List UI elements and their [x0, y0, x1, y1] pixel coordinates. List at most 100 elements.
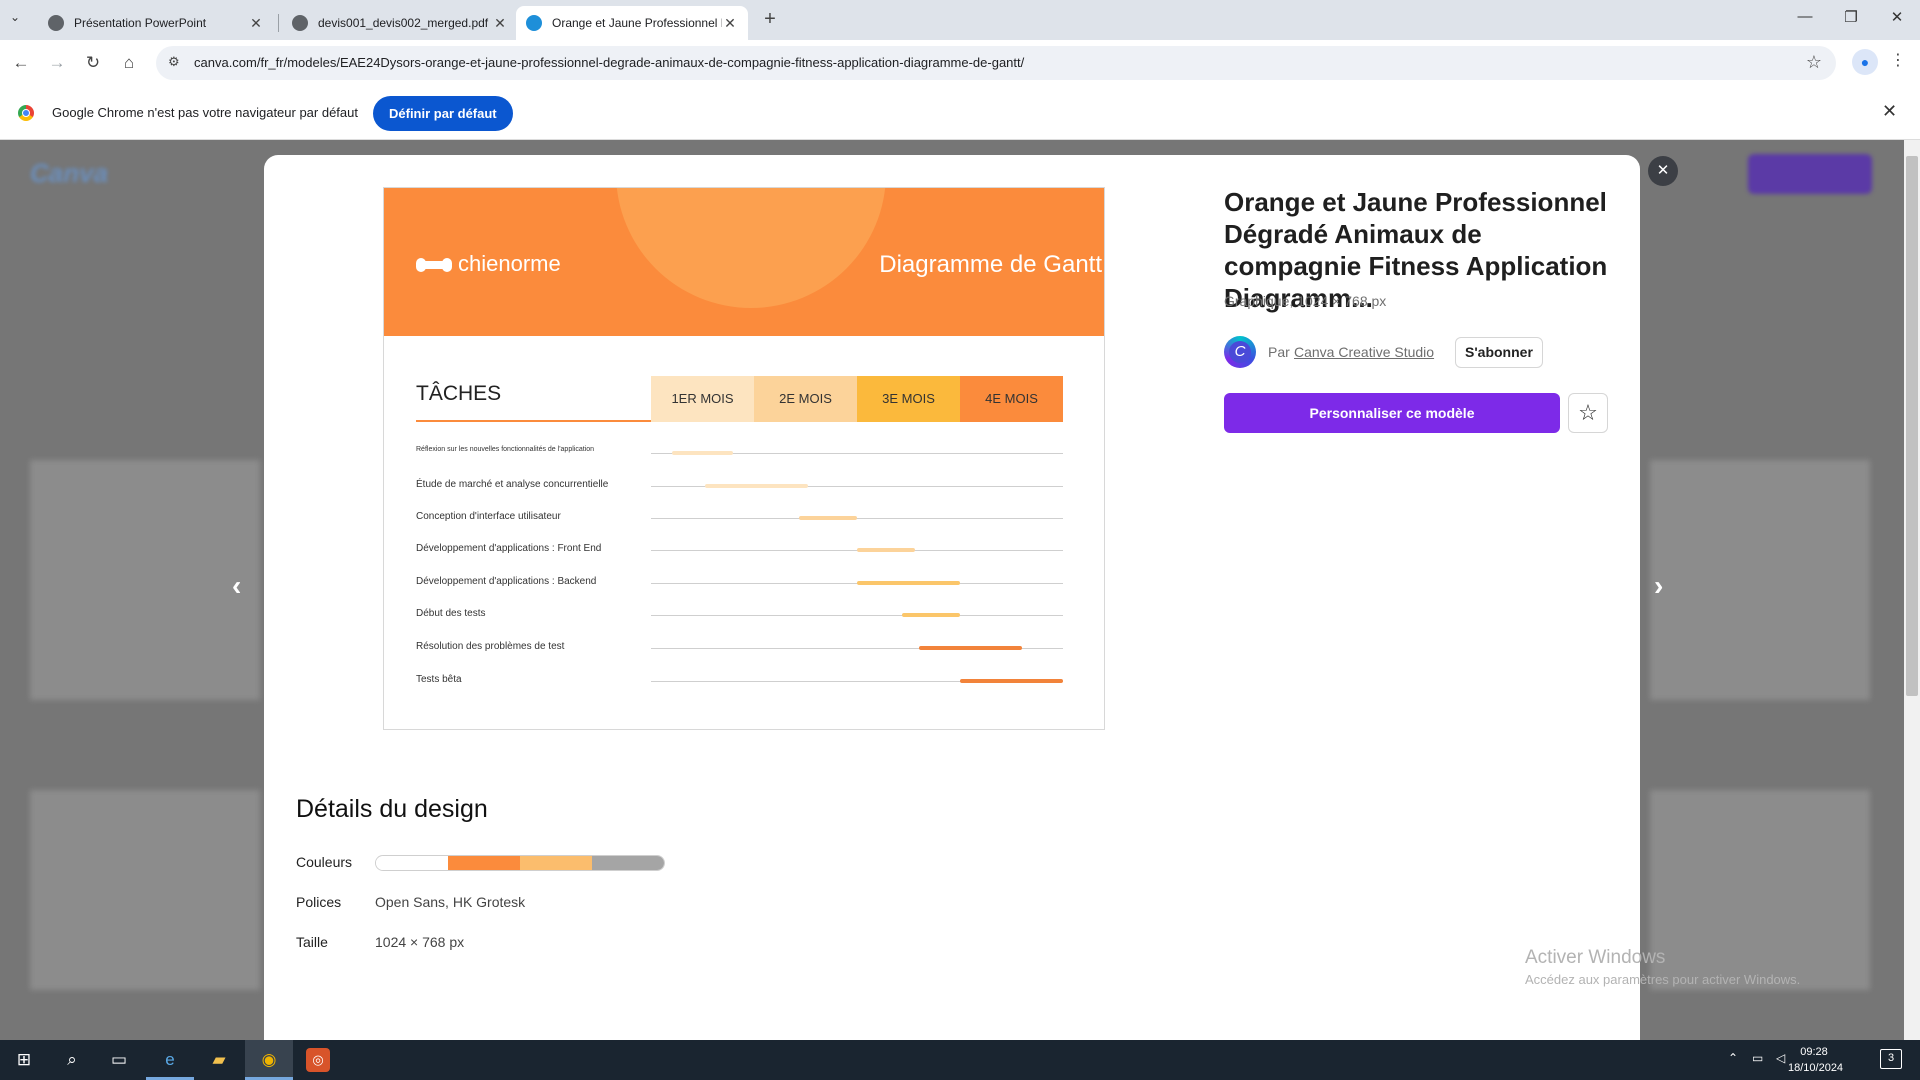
month-header: 4E MOIS: [960, 376, 1063, 422]
back-button[interactable]: ←: [8, 50, 34, 76]
globe-icon: [292, 15, 308, 31]
close-infobar-icon[interactable]: ✕: [1882, 101, 1897, 122]
size-value: 1024 × 768 px: [375, 934, 465, 950]
colors-label: Couleurs: [296, 854, 353, 870]
tab-canva[interactable]: Orange et Jaune Professionnel D ✕: [516, 6, 748, 40]
tray-chevron-icon[interactable]: ⌃: [1728, 1051, 1738, 1065]
clock-date: 18/10/2024: [1788, 1062, 1844, 1074]
new-tab-button[interactable]: +: [758, 8, 782, 31]
preview-title: Diagramme de Gantt: [879, 251, 1102, 278]
customize-template-button[interactable]: Personnaliser ce modèle: [1224, 393, 1560, 433]
subscribe-button[interactable]: S'abonner: [1455, 337, 1543, 368]
size-label: Taille: [296, 934, 328, 950]
minimize-button[interactable]: —: [1790, 8, 1820, 25]
tab-title: Orange et Jaune Professionnel D: [552, 16, 722, 30]
tab-pdf[interactable]: devis001_devis002_merged.pdf ✕: [282, 6, 518, 40]
home-button[interactable]: ⌂: [116, 50, 142, 76]
task-label: Conception d'interface utilisateur: [416, 511, 561, 522]
menu-icon[interactable]: ⋮: [1888, 50, 1908, 70]
notification-center-icon[interactable]: 3: [1880, 1049, 1902, 1069]
fonts-label: Polices: [296, 894, 342, 910]
close-window-button[interactable]: ✕: [1882, 8, 1912, 26]
task-bar: [857, 548, 915, 552]
folder-icon[interactable]: ▰: [207, 1048, 231, 1072]
tab-title: Présentation PowerPoint: [74, 16, 207, 30]
blurred-card: [30, 790, 260, 990]
task-bar: [704, 484, 808, 488]
close-tab-icon[interactable]: ✕: [248, 15, 264, 32]
tab-powerpoint[interactable]: Présentation PowerPoint ✕: [38, 6, 274, 40]
fonts-value: Open Sans, HK Grotesk: [375, 894, 526, 910]
blurred-button: [1748, 154, 1872, 194]
tab-title: devis001_devis002_merged.pdf: [318, 16, 489, 30]
address-bar[interactable]: ⚙ canva.com/fr_fr/modeles/EAE24Dysors-or…: [156, 46, 1836, 80]
set-default-button[interactable]: Définir par défaut: [373, 96, 513, 131]
template-meta: Graphique, 1024 × 768 px: [1224, 293, 1387, 309]
month-header: 3E MOIS: [857, 376, 960, 422]
task-label: Réflexion sur les nouvelles fonctionnali…: [416, 446, 594, 453]
month-header: 2E MOIS: [754, 376, 857, 422]
search-icon[interactable]: ⌕: [60, 1048, 84, 1072]
close-modal-button[interactable]: ✕: [1648, 156, 1678, 186]
color-swatch[interactable]: [448, 856, 520, 870]
creator-avatar[interactable]: C: [1224, 336, 1256, 368]
volume-icon[interactable]: ◁: [1776, 1051, 1785, 1065]
bookmark-star-icon[interactable]: ☆: [1806, 52, 1822, 73]
tab-search-icon[interactable]: ⌄: [10, 10, 20, 24]
preview-header: chienorme Diagramme de Gantt: [384, 188, 1104, 336]
task-track: [651, 615, 1063, 616]
canva-icon: [526, 15, 542, 31]
canva-c-icon: C: [1229, 341, 1251, 363]
favorite-star-icon[interactable]: ☆: [1568, 393, 1608, 433]
chrome-taskbar-icon[interactable]: ◉: [257, 1048, 281, 1072]
task-track: [651, 518, 1063, 519]
canva-logo: Canva: [30, 158, 109, 188]
app-taskbar-icon[interactable]: ◎: [306, 1048, 330, 1072]
close-tab-icon[interactable]: ✕: [722, 15, 738, 32]
next-arrow-icon[interactable]: ›: [1654, 570, 1663, 602]
task-view-icon[interactable]: ▭: [107, 1048, 131, 1072]
task-bar: [918, 646, 1022, 650]
restore-button[interactable]: ❐: [1836, 8, 1866, 26]
watermark-line1: Activer Windows: [1525, 947, 1666, 968]
windows-start-icon[interactable]: ⊞: [12, 1048, 36, 1072]
blurred-card: [30, 460, 260, 700]
windows-taskbar: ⊞ ⌕ ▭ e ▰ ◉ ◎ ⌃ ▭ ◁ 09:28 18/10/2024 3: [0, 1040, 1920, 1080]
url-text: canva.com/fr_fr/modeles/EAE24Dysors-oran…: [194, 55, 1025, 70]
task-bar: [799, 516, 857, 520]
task-label: Développement d'applications : Backend: [416, 576, 597, 587]
month-header: 1ER MOIS: [651, 376, 754, 422]
browser-toolbar: ← → ↻ ⌂ ⚙ canva.com/fr_fr/modeles/EAE24D…: [0, 40, 1920, 86]
watermark-line2: Accédez aux paramètres pour activer Wind…: [1525, 972, 1801, 987]
network-icon[interactable]: ▭: [1752, 1051, 1763, 1065]
site-info-icon[interactable]: ⚙: [168, 54, 180, 70]
task-bar: [960, 679, 1063, 683]
close-tab-icon[interactable]: ✕: [492, 15, 508, 32]
creator-link[interactable]: Canva Creative Studio: [1294, 344, 1434, 360]
system-clock[interactable]: 09:28 18/10/2024: [1788, 1044, 1844, 1076]
color-swatch[interactable]: [376, 856, 448, 870]
globe-icon: [48, 15, 64, 31]
clock-time: 09:28: [1800, 1046, 1828, 1058]
chrome-icon: [18, 105, 34, 121]
task-label: Tests bêta: [416, 674, 462, 685]
forward-button[interactable]: →: [44, 50, 70, 76]
task-bar: [671, 451, 734, 455]
color-swatch[interactable]: [592, 856, 664, 870]
bone-icon: [416, 258, 452, 272]
edge-icon[interactable]: e: [158, 1048, 182, 1072]
previous-arrow-icon[interactable]: ‹: [232, 570, 241, 602]
tab-bar: ⌄ Présentation PowerPoint ✕ devis001_dev…: [0, 0, 1920, 40]
color-swatch[interactable]: [520, 856, 592, 870]
decorative-circle: [616, 188, 886, 308]
tasks-heading: TÂCHES: [416, 382, 502, 405]
scrollbar-thumb[interactable]: [1906, 156, 1918, 696]
infobar-message: Google Chrome n'est pas votre navigateur…: [52, 105, 358, 120]
preview-brand: chienorme: [458, 251, 561, 276]
profile-icon[interactable]: ●: [1852, 49, 1878, 75]
task-label: Début des tests: [416, 608, 486, 619]
task-bar: [857, 581, 960, 585]
activation-watermark: Activer Windows Accédez aux paramètres p…: [1525, 947, 1800, 987]
reload-button[interactable]: ↻: [80, 50, 106, 76]
template-preview[interactable]: chienorme Diagramme de Gantt TÂCHES 1ER …: [383, 187, 1105, 730]
